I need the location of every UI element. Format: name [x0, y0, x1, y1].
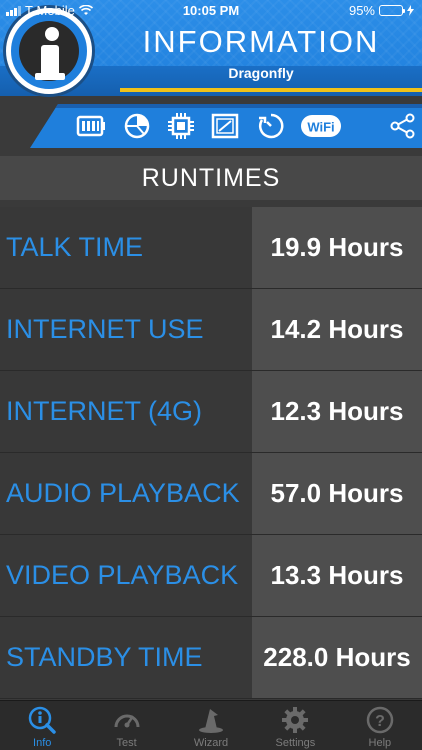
runtime-value: 12.3 Hours — [270, 396, 404, 426]
runtime-value: 13.3 Hours — [270, 560, 404, 590]
runtime-list: TALK TIME 19.9 Hours INTERNET USE 14.2 H… — [0, 207, 422, 699]
list-item: STANDBY TIME 228.0 Hours — [0, 617, 422, 699]
runtime-value: 228.0 Hours — [263, 642, 411, 672]
timer-icon[interactable] — [256, 112, 286, 140]
share-icon[interactable] — [388, 112, 418, 140]
tab-label: Test — [116, 737, 137, 749]
runtime-value: 14.2 Hours — [270, 314, 404, 344]
tab-label: Wizard — [193, 737, 229, 749]
battery-icon — [379, 5, 405, 16]
runtime-label: STANDBY TIME — [6, 642, 203, 672]
tab-test[interactable]: Test — [84, 701, 168, 750]
section-title: RUNTIMES — [0, 156, 422, 200]
tab-label: Settings — [275, 737, 316, 749]
battery-icon[interactable] — [76, 112, 106, 140]
list-item: INTERNET USE 14.2 Hours — [0, 289, 422, 371]
tab-label: Info — [33, 737, 52, 749]
runtime-label: TALK TIME — [6, 232, 144, 262]
speedometer-icon — [114, 714, 140, 728]
header-accent-line — [120, 88, 422, 92]
runtime-value: 19.9 Hours — [270, 232, 404, 262]
tab-bar: Info Test Wizard Settings ? Help — [0, 700, 422, 750]
runtime-label: INTERNET USE — [6, 314, 204, 344]
runtime-label: INTERNET (4G) — [6, 396, 203, 426]
list-item: TALK TIME 19.9 Hours — [0, 207, 422, 289]
list-item: VIDEO PLAYBACK 13.3 Hours — [0, 535, 422, 617]
page-title: INFORMATION — [142, 24, 380, 59]
runtime-value: 57.0 Hours — [270, 478, 404, 508]
svg-text:WiFi: WiFi — [307, 120, 334, 135]
device-name: Dragonfly — [228, 65, 294, 81]
list-item: AUDIO PLAYBACK 57.0 Hours — [0, 453, 422, 535]
status-bar: T-Mobile 10:05 PM 95% — [0, 0, 422, 22]
tab-wizard[interactable]: Wizard — [169, 701, 253, 750]
tab-label: Help — [368, 737, 392, 749]
wizard-hat-icon — [199, 709, 224, 733]
cpu-chip-icon[interactable] — [166, 112, 196, 140]
display-icon[interactable] — [210, 112, 240, 140]
wifi-icon[interactable]: WiFi — [300, 112, 342, 140]
runtime-label: AUDIO PLAYBACK — [6, 478, 240, 508]
category-toolbar: WiFi — [0, 100, 422, 150]
list-item: INTERNET (4G) 12.3 Hours — [0, 371, 422, 453]
battery-status: 95% — [349, 3, 414, 18]
svg-text:?: ? — [375, 713, 385, 730]
tab-settings[interactable]: Settings — [253, 701, 337, 750]
tab-info[interactable]: Info — [0, 701, 84, 750]
info-search-icon — [28, 706, 56, 734]
gear-icon — [282, 707, 309, 733]
charging-bolt-icon — [407, 5, 414, 16]
tab-help[interactable]: ? Help — [338, 701, 422, 750]
battery-percent: 95% — [348, 3, 375, 18]
help-icon: ? — [366, 706, 394, 734]
runtime-label: VIDEO PLAYBACK — [6, 560, 239, 590]
pie-chart-icon[interactable] — [122, 112, 152, 140]
